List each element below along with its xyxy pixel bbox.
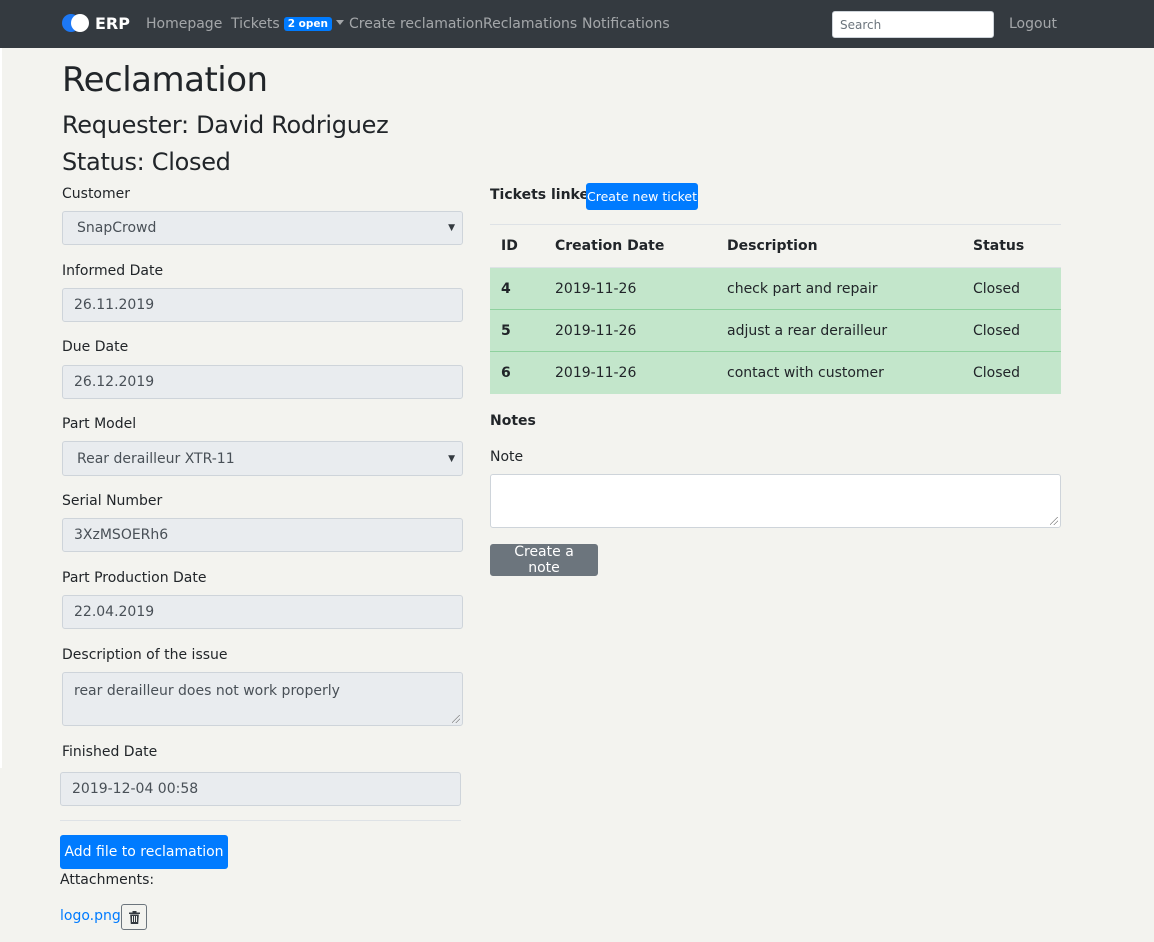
requester-heading: Requester: David Rodriguez (62, 111, 389, 139)
resize-grip-icon[interactable] (452, 715, 460, 723)
nav-logout[interactable]: Logout (1009, 16, 1057, 32)
ticket-description: adjust a rear derailleur (716, 309, 962, 352)
navbar: ERP Homepage Tickets 2 open Create reclam… (0, 0, 1154, 48)
toggle-logo-icon (62, 13, 90, 33)
page-edge (0, 48, 2, 768)
part-production-date-value: 22.04.2019 (74, 604, 155, 620)
description-textarea[interactable]: rear derailleur does not work properly (62, 672, 463, 726)
attachment-link[interactable]: logo.png (60, 908, 121, 924)
nav-notifications[interactable]: Notifications (582, 16, 670, 32)
ticket-id: 4 (490, 267, 544, 310)
due-date-label: Due Date (62, 339, 129, 355)
serial-number-field[interactable]: 3XzMSOERh6 (62, 518, 463, 552)
finished-date-label: Finished Date (62, 744, 158, 760)
part-production-date-label: Part Production Date (62, 570, 207, 586)
column-header-id: ID (490, 224, 544, 268)
informed-date-value: 26.11.2019 (74, 297, 155, 313)
divider (60, 820, 461, 821)
due-date-field[interactable]: 26.12.2019 (62, 365, 463, 399)
customer-label: Customer (62, 186, 131, 202)
customer-select[interactable]: SnapCrowd ▼ (62, 211, 463, 245)
serial-number-value: 3XzMSOERh6 (74, 527, 169, 543)
nav-reclamations[interactable]: Reclamations (483, 16, 577, 32)
note-textarea[interactable] (490, 474, 1061, 528)
part-model-select[interactable]: Rear derailleur XTR-11 ▼ (62, 441, 463, 476)
ticket-date: 2019-11-26 (544, 309, 716, 352)
attachments-label: Attachments: (60, 872, 155, 888)
due-date-value: 26.12.2019 (74, 374, 155, 390)
brand[interactable]: ERP (62, 13, 130, 33)
note-label: Note (490, 449, 524, 465)
column-header-status: Status (962, 224, 1061, 268)
ticket-description: contact with customer (716, 351, 962, 394)
resize-grip-icon[interactable] (1050, 517, 1058, 525)
tickets-open-badge: 2 open (283, 17, 333, 31)
description-value: rear derailleur does not work properly (74, 683, 340, 699)
search-input[interactable] (832, 11, 994, 38)
table-row[interactable]: 6 2019-11-26 contact with customer Close… (490, 351, 1061, 394)
table-header-row: ID Creation Date Description Status (490, 224, 1061, 268)
part-model-value: Rear derailleur XTR-11 (77, 450, 235, 467)
ticket-id: 5 (490, 309, 544, 352)
select-arrow-icon: ▼ (448, 223, 455, 233)
finished-date-field[interactable]: 2019-12-04 00:58 (60, 772, 461, 806)
select-arrow-icon: ▼ (448, 453, 455, 464)
trash-icon (128, 910, 140, 924)
delete-attachment-button[interactable] (121, 904, 147, 930)
ticket-status: Closed (962, 309, 1061, 352)
column-header-description: Description (716, 224, 962, 268)
ticket-description: check part and repair (716, 267, 962, 310)
ticket-status: Closed (962, 351, 1061, 394)
create-note-button[interactable]: Create a note (490, 544, 598, 576)
informed-date-label: Informed Date (62, 263, 164, 279)
ticket-id: 6 (490, 351, 544, 394)
table-row[interactable]: 5 2019-11-26 adjust a rear derailleur Cl… (490, 309, 1061, 352)
notes-heading: Notes (490, 413, 536, 429)
create-ticket-button[interactable]: Create new ticket (586, 183, 698, 210)
ticket-date: 2019-11-26 (544, 267, 716, 310)
brand-name: ERP (95, 13, 130, 33)
nav-tickets-label: Tickets (231, 16, 280, 32)
customer-value: SnapCrowd (77, 220, 157, 236)
ticket-date: 2019-11-26 (544, 351, 716, 394)
nav-tickets-dropdown[interactable]: Tickets 2 open (231, 16, 345, 32)
serial-number-label: Serial Number (62, 493, 163, 509)
part-production-date-field[interactable]: 22.04.2019 (62, 595, 463, 629)
nav-create-reclamation[interactable]: Create reclamation (349, 16, 483, 32)
description-label: Description of the issue (62, 647, 228, 663)
column-header-creation-date: Creation Date (544, 224, 716, 268)
informed-date-field[interactable]: 26.11.2019 (62, 288, 463, 322)
tickets-linked-heading: Tickets linked (490, 187, 599, 203)
table-row[interactable]: 4 2019-11-26 check part and repair Close… (490, 267, 1061, 310)
part-model-label: Part Model (62, 416, 137, 432)
add-file-button[interactable]: Add file to reclamation (60, 835, 228, 869)
nav-homepage[interactable]: Homepage (146, 16, 222, 32)
ticket-status: Closed (962, 267, 1061, 310)
page-title: Reclamation (62, 60, 268, 100)
status-heading: Status: Closed (62, 148, 231, 176)
finished-date-value: 2019-12-04 00:58 (72, 781, 199, 797)
tickets-table: ID Creation Date Description Status 4 20… (490, 224, 1061, 394)
caret-down-icon (336, 20, 345, 25)
